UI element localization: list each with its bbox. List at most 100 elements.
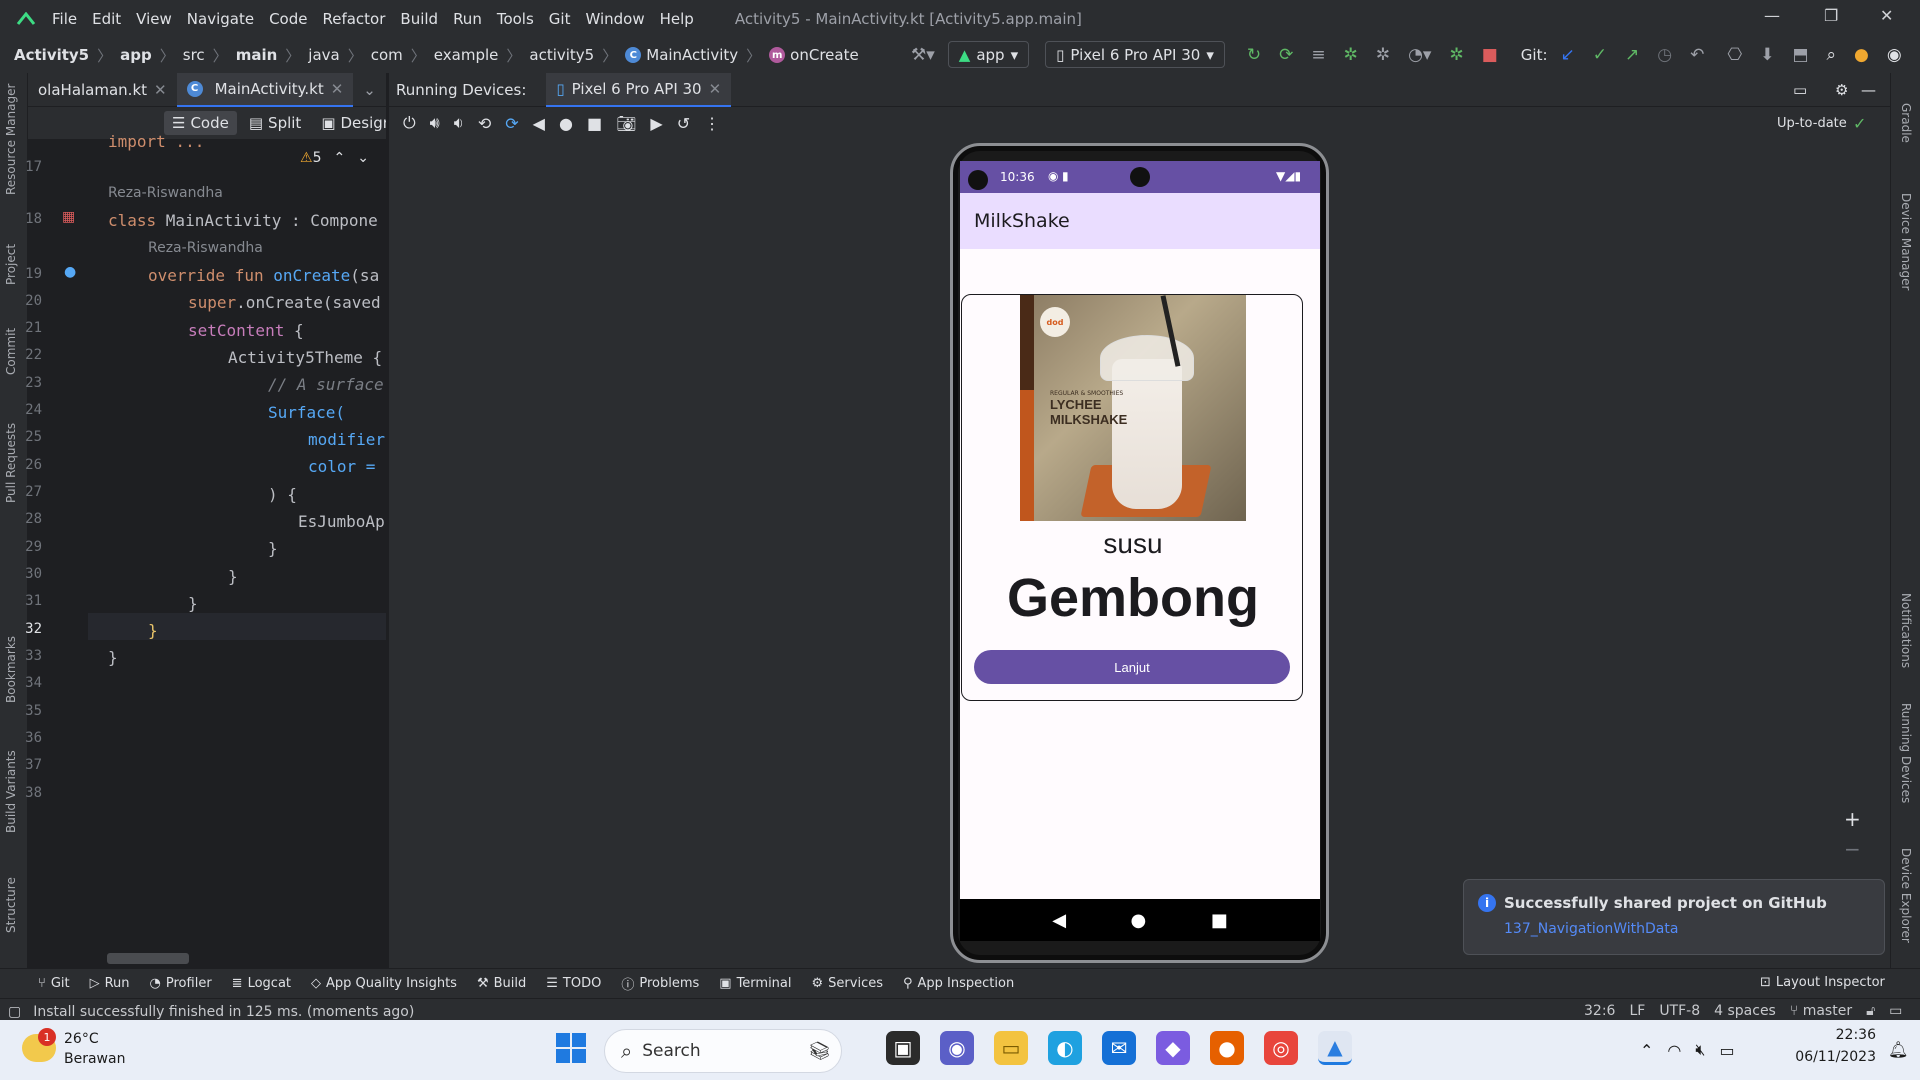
hammer-icon[interactable]: ⚒▾ <box>911 45 935 65</box>
notification-balloon[interactable]: i Successfully shared project on GitHub … <box>1463 879 1885 955</box>
phone-screen[interactable]: 10:36 ◉ ▮ ▼◢▮ MilkShake dod REGULAR & SM… <box>960 161 1320 941</box>
edge-icon[interactable]: ◐ <box>1048 1031 1082 1065</box>
hide-panel-icon[interactable]: — <box>1861 81 1876 99</box>
chevron-up-icon[interactable]: ⌃ <box>1640 1041 1653 1060</box>
screenshot-icon[interactable]: 📷︎ <box>616 114 636 133</box>
menu-help[interactable]: Help <box>660 10 694 28</box>
run-gutter-icon[interactable]: ▦ <box>62 209 75 225</box>
rotate-right-icon[interactable]: ⟳ <box>505 114 518 133</box>
menu-git[interactable]: Git <box>549 10 571 28</box>
task-view-icon[interactable]: ▣ <box>886 1031 920 1065</box>
window-layout-icon[interactable]: ▭ <box>1793 81 1807 99</box>
tool-profiler[interactable]: ◔ Profiler <box>150 976 212 991</box>
back-icon[interactable]: ◀ <box>533 114 545 133</box>
device-select[interactable]: ▯ Pixel 6 Pro API 30 ▾ <box>1045 41 1225 68</box>
next-highlight-icon[interactable]: ⌄ <box>357 150 369 166</box>
nav-back-icon[interactable]: ◀ <box>1052 910 1066 931</box>
menu-window[interactable]: Window <box>585 10 644 28</box>
status-message[interactable]: Install successfully finished in 125 ms.… <box>33 1004 414 1020</box>
breadcrumb-mainactivity[interactable]: MainActivity <box>646 46 738 64</box>
weather-desc[interactable]: Berawan <box>64 1051 125 1067</box>
nav-home-icon[interactable]: ● <box>1131 910 1147 931</box>
settings-icon[interactable]: ⚙ <box>1835 81 1848 99</box>
line-separator[interactable]: LF <box>1629 1003 1645 1019</box>
clock-date[interactable]: 06/11/2023 <box>1786 1049 1876 1065</box>
windows-start-icon[interactable] <box>556 1033 586 1063</box>
tool-layout-inspector[interactable]: ⊡ Layout Inspector <box>1760 975 1885 990</box>
menu-run[interactable]: Run <box>453 10 482 28</box>
breadcrumb-app[interactable]: app <box>120 46 152 64</box>
nav-recents-icon[interactable]: ■ <box>1211 910 1228 931</box>
gradle-sync-icon[interactable]: ⬒ <box>1792 45 1808 65</box>
breadcrumb-example[interactable]: example <box>434 46 499 64</box>
breadcrumb-src[interactable]: src <box>183 46 205 64</box>
rotate-left-icon[interactable]: ⟲ <box>478 114 491 133</box>
battery-icon[interactable]: ▭ <box>1719 1041 1734 1060</box>
wifi-icon[interactable]: ◠ <box>1667 1041 1681 1060</box>
tool-notifications[interactable]: Notifications <box>1899 593 1913 668</box>
stop-icon[interactable]: ■ <box>1482 45 1498 65</box>
account-icon[interactable]: ◉ <box>1887 45 1902 65</box>
tool-run[interactable]: ▷ Run <box>90 976 130 991</box>
prev-highlight-icon[interactable]: ⌃ <box>333 150 345 166</box>
git-branch[interactable]: ⑂ master <box>1790 1003 1852 1019</box>
tool-app-quality[interactable]: ◇ App Quality Insights <box>311 976 457 991</box>
copilot-icon[interactable]: ◆ <box>1156 1031 1190 1065</box>
attach-icon[interactable]: ✲ <box>1449 45 1463 65</box>
overview-icon[interactable]: ■ <box>587 114 602 133</box>
taskbar-search[interactable]: ⌕ Search 📚︎ <box>604 1029 842 1073</box>
mail-icon[interactable]: ✉ <box>1102 1031 1136 1065</box>
rerun-icon[interactable]: ↻ <box>1247 45 1261 65</box>
power-icon[interactable]: ⏻ <box>403 113 416 133</box>
menu-build[interactable]: Build <box>400 10 438 28</box>
close-icon[interactable]: ✕ <box>1880 6 1893 25</box>
breadcrumb-main[interactable]: main <box>236 46 278 64</box>
override-gutter-icon[interactable]: ● <box>64 264 76 280</box>
search-icon[interactable]: ⌕ <box>1827 45 1837 65</box>
lanjut-button[interactable]: Lanjut <box>974 650 1290 684</box>
restore-icon[interactable]: ❐ <box>1824 6 1838 25</box>
tab-mainactivity[interactable]: C MainActivity.kt ✕ <box>176 72 354 107</box>
tool-app-inspection[interactable]: ⚲ App Inspection <box>903 976 1014 991</box>
menu-refactor[interactable]: Refactor <box>322 10 385 28</box>
notification-link[interactable]: 137_NavigationWithData <box>1504 921 1678 937</box>
tool-device-explorer[interactable]: Device Explorer <box>1899 848 1913 943</box>
apply-changes-icon[interactable]: ⟳ <box>1279 45 1293 65</box>
tab-device[interactable]: ▯ Pixel 6 Pro API 30 ✕ <box>546 72 732 107</box>
tool-resource-manager[interactable]: Resource Manager <box>4 84 18 195</box>
menu-file[interactable]: File <box>52 10 77 28</box>
profile-icon[interactable]: ◔▾ <box>1408 45 1431 65</box>
menu-tools[interactable]: Tools <box>497 10 534 28</box>
rollback-icon[interactable]: ↶ <box>1690 45 1704 65</box>
tool-bookmarks[interactable]: Bookmarks <box>4 636 18 703</box>
indent-setting[interactable]: 4 spaces <box>1714 1003 1776 1019</box>
attach-debugger-icon[interactable]: ✲ <box>1376 45 1390 65</box>
more-icon[interactable]: ⋮ <box>704 114 720 133</box>
status-square-icon[interactable]: ▢ <box>8 1004 21 1020</box>
git-push-icon[interactable]: ↗ <box>1625 45 1639 65</box>
weather-temp[interactable]: 26°C <box>64 1031 99 1047</box>
run-config-select[interactable]: ▲ app ▾ <box>947 41 1030 68</box>
debug-icon[interactable]: ✲ <box>1344 45 1358 65</box>
teams-icon[interactable]: ◉ <box>940 1031 974 1065</box>
breadcrumb-project[interactable]: Activity5 <box>14 46 89 64</box>
tool-logcat[interactable]: ≣ Logcat <box>232 976 291 991</box>
zoom-in-icon[interactable]: + <box>1844 807 1861 831</box>
device-manager-icon[interactable]: ⎔ <box>1727 45 1742 65</box>
tool-terminal[interactable]: ▣ Terminal <box>719 976 791 991</box>
tool-structure[interactable]: Structure <box>4 877 18 933</box>
notification-bell-icon[interactable]: 🔔︎ <box>1888 1040 1908 1059</box>
tool-problems[interactable]: ⓘ Problems <box>621 974 699 993</box>
menu-view[interactable]: View <box>136 10 172 28</box>
tabs-dropdown-icon[interactable]: ⌄ <box>363 81 376 99</box>
update-icon[interactable]: ● <box>1854 45 1869 65</box>
home-icon[interactable]: ● <box>559 114 573 133</box>
horizontal-scrollbar[interactable] <box>107 953 189 964</box>
breadcrumb-java[interactable]: java <box>308 46 339 64</box>
volume-muted-icon[interactable]: 🔇︎ <box>1695 1040 1705 1060</box>
breadcrumb-com[interactable]: com <box>371 46 403 64</box>
git-commit-icon[interactable]: ✓ <box>1593 45 1607 65</box>
firefox-icon[interactable]: ● <box>1210 1031 1244 1065</box>
tool-services[interactable]: ⚙ Services <box>812 976 883 991</box>
mode-split-button[interactable]: ▤ Split <box>241 111 309 135</box>
